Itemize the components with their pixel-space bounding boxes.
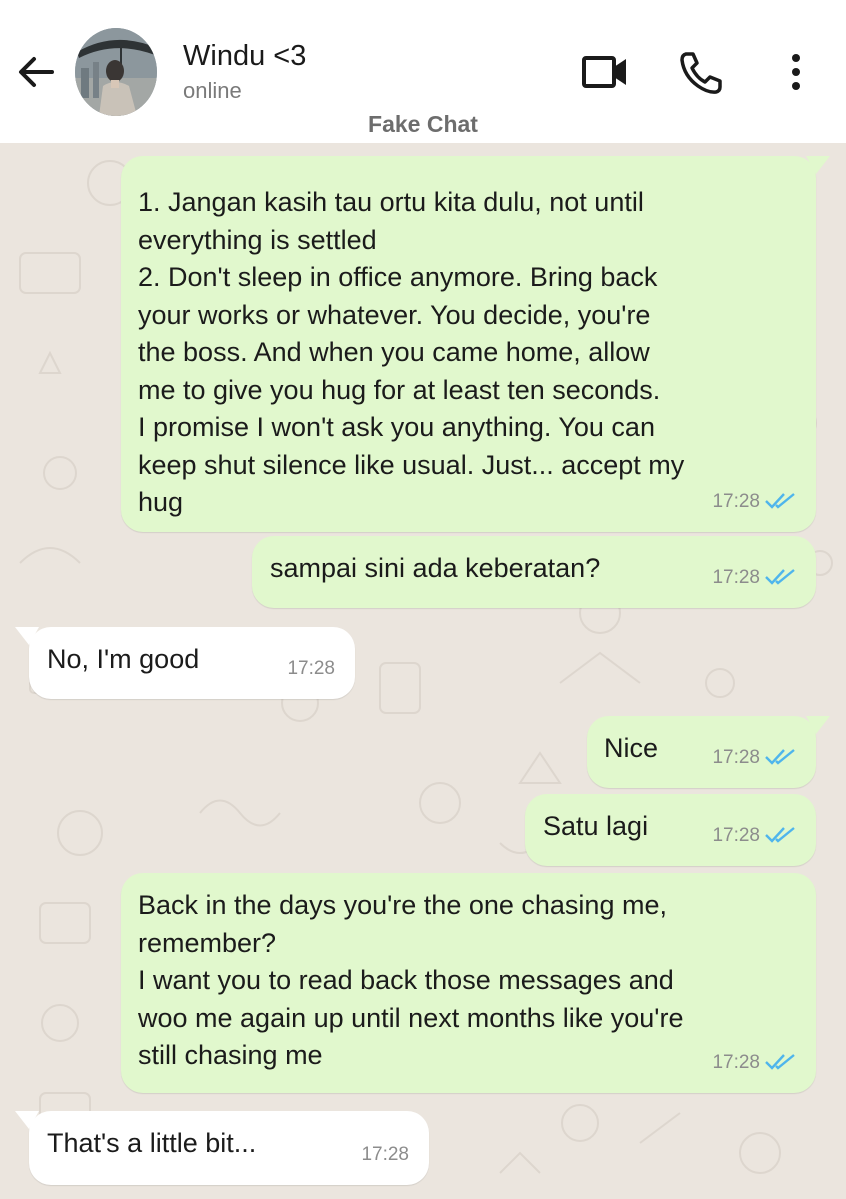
read-ticks-icon: [765, 1054, 795, 1070]
message-bubble-outgoing[interactable]: Nice 17:28: [587, 716, 830, 788]
message-meta: 17:28: [712, 483, 798, 521]
read-ticks-icon: [765, 569, 795, 585]
back-button[interactable]: [14, 50, 58, 94]
arrow-left-icon: [19, 57, 54, 87]
avatar[interactable]: [75, 28, 157, 116]
more-vertical-icon: [792, 54, 800, 90]
message-text: sampai sini ada keberatan?: [270, 553, 601, 583]
message-time: 17:28: [361, 1143, 409, 1165]
avatar-photo: [75, 28, 157, 116]
more-options-button[interactable]: [780, 48, 812, 96]
message-meta: 17:28: [712, 559, 798, 597]
video-call-icon: [582, 56, 626, 88]
bubble-tail: [806, 716, 830, 734]
message-time: 17:28: [287, 657, 335, 679]
message-text: Satu lagi: [543, 811, 649, 841]
message-time: 17:28: [712, 490, 760, 512]
video-call-button[interactable]: [578, 50, 632, 94]
message-text: 1. Jangan kasih tau ortu kita dulu, not …: [138, 187, 685, 517]
message-text: No, I'm good: [47, 644, 200, 674]
message-text: Back in the days you're the one chasing …: [138, 890, 684, 1070]
read-ticks-icon: [765, 827, 795, 843]
watermark-label: Fake Chat: [368, 111, 478, 137]
bubble-tail: [806, 156, 830, 174]
chat-header: Windu <3 online Fake Chat: [0, 0, 846, 143]
contact-status: online: [183, 78, 242, 103]
message-bubble-outgoing[interactable]: sampai sini ada keberatan? 17:28: [252, 536, 816, 608]
message-time: 17:28: [712, 824, 760, 846]
message-bubble-outgoing[interactable]: 1. Jangan kasih tau ortu kita dulu, not …: [121, 156, 830, 532]
message-time: 17:28: [712, 1051, 760, 1073]
bubble-tail: [15, 627, 39, 645]
message-meta: 17:28: [712, 817, 798, 855]
read-ticks-icon: [765, 493, 795, 509]
message-text: Nice: [604, 733, 659, 763]
message-time: 17:28: [712, 746, 760, 768]
read-ticks-icon: [765, 749, 795, 765]
message-bubble-incoming[interactable]: No, I'm good 17:28: [15, 627, 355, 699]
message-meta: 17:28: [361, 1136, 409, 1174]
phone-icon: [680, 52, 722, 94]
message-bubble-incoming[interactable]: That's a little bit... 17:28: [15, 1111, 429, 1185]
voice-call-button[interactable]: [676, 48, 726, 96]
message-meta: 17:28: [712, 739, 798, 777]
message-text: That's a little bit...: [47, 1128, 257, 1158]
message-meta: 17:28: [287, 650, 335, 688]
message-bubble-outgoing[interactable]: Satu lagi 17:28: [525, 794, 816, 866]
message-time: 17:28: [712, 566, 760, 588]
contact-name[interactable]: Windu <3: [183, 40, 306, 73]
message-bubble-outgoing[interactable]: Back in the days you're the one chasing …: [121, 873, 816, 1093]
bubble-tail: [15, 1111, 39, 1129]
chat-area[interactable]: 1. Jangan kasih tau ortu kita dulu, not …: [0, 143, 846, 1199]
message-meta: 17:28: [712, 1044, 798, 1082]
